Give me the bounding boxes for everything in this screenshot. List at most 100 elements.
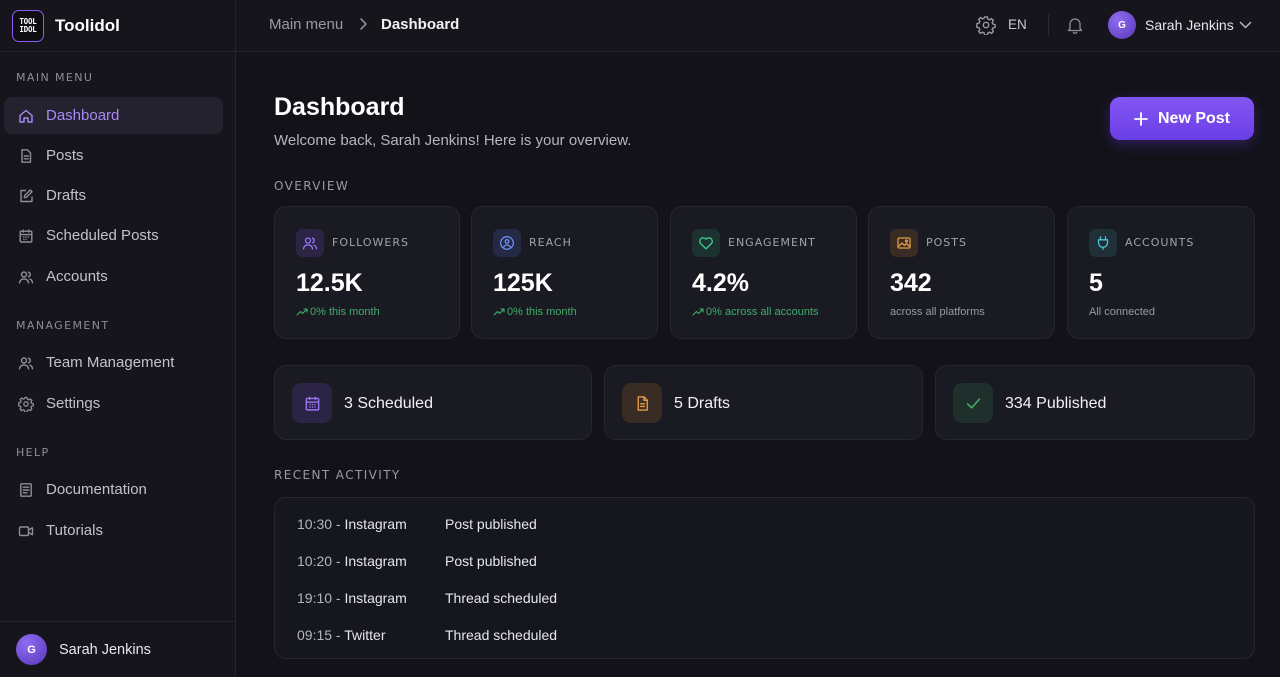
activity-row[interactable]: 19:10 - Instagram Thread scheduled xyxy=(297,590,557,610)
main-content: Dashboard Welcome back, Sarah Jenkins! H… xyxy=(236,53,1280,677)
sidebar-item-label: Drafts xyxy=(46,187,87,204)
sidebar-item-label: Team Management xyxy=(46,354,175,371)
stat-value: 342 xyxy=(890,269,932,297)
summary-card-scheduled[interactable]: 3 Scheduled xyxy=(274,365,592,440)
trend-up-icon xyxy=(692,307,704,317)
sidebar-item-label: Posts xyxy=(46,147,84,164)
document-icon xyxy=(622,383,662,423)
summary-text: 3 Scheduled xyxy=(344,395,433,412)
stat-sub-text: 0% this month xyxy=(310,306,380,318)
activity-time: 10:30 xyxy=(297,516,333,532)
brand-logo: TOOL IDOL xyxy=(12,9,44,42)
nav-section-help: HELP xyxy=(16,446,50,459)
nav-section-main-menu: MAIN MENU xyxy=(16,71,94,84)
sidebar-user[interactable]: G Sarah Jenkins xyxy=(0,621,236,677)
stat-card-reach[interactable]: REACH 125K 0% this month xyxy=(471,206,658,339)
edit-icon xyxy=(18,188,34,204)
activity-event: Post published xyxy=(445,516,537,532)
activity-row[interactable]: 10:20 - Instagram Post published xyxy=(297,553,537,573)
avatar: G xyxy=(16,634,47,665)
activity-event: Thread scheduled xyxy=(445,590,558,606)
settings-gear-icon[interactable] xyxy=(976,15,996,35)
activity-separator: - xyxy=(332,553,345,569)
stat-label: FOLLOWERS xyxy=(332,236,409,249)
sidebar-item-posts[interactable]: Posts xyxy=(4,137,223,174)
language-selector[interactable]: EN xyxy=(1008,17,1027,32)
activity-time: 09:15 xyxy=(297,627,333,643)
team-icon xyxy=(18,355,34,371)
video-icon xyxy=(18,523,34,539)
activity-time: 19:10 xyxy=(297,590,333,606)
new-post-label: New Post xyxy=(1157,109,1230,127)
avatar[interactable]: G xyxy=(1108,11,1136,39)
sidebar-item-label: Scheduled Posts xyxy=(46,227,159,244)
nav-section-management: MANAGEMENT xyxy=(16,319,110,332)
stat-value: 125K xyxy=(493,269,553,297)
heart-icon xyxy=(692,229,720,257)
recent-activity-label: RECENT ACTIVITY xyxy=(274,468,401,482)
summary-text: 334 Published xyxy=(1005,395,1107,412)
calendar-icon xyxy=(292,383,332,423)
chevron-down-icon[interactable] xyxy=(1239,20,1252,30)
activity-platform: Instagram xyxy=(344,553,407,569)
book-icon xyxy=(18,482,34,498)
sidebar-user-name: Sarah Jenkins xyxy=(59,641,151,658)
trend-up-icon xyxy=(296,307,308,317)
stat-sub-text: across all platforms xyxy=(890,306,985,318)
breadcrumb-parent[interactable]: Main menu xyxy=(269,16,343,33)
users-icon xyxy=(18,269,34,285)
sidebar-item-settings[interactable]: Settings xyxy=(4,385,223,422)
activity-platform: Instagram xyxy=(344,516,407,532)
bell-icon[interactable] xyxy=(1066,15,1084,35)
stat-label: ENGAGEMENT xyxy=(728,236,816,249)
summary-card-published[interactable]: 334 Published xyxy=(935,365,1255,440)
sidebar-item-label: Tutorials xyxy=(46,522,103,539)
trend-up-icon xyxy=(493,307,505,317)
summary-text: 5 Drafts xyxy=(674,395,731,412)
sidebar-item-dashboard[interactable]: Dashboard xyxy=(4,97,223,134)
activity-time: 10:20 xyxy=(297,553,333,569)
activity-platform: Instagram xyxy=(344,590,407,606)
calendar-icon xyxy=(18,228,34,244)
sidebar-item-scheduled-posts[interactable]: Scheduled Posts xyxy=(4,217,223,254)
reach-icon xyxy=(493,229,521,257)
stat-trend: 0% across all accounts xyxy=(692,306,819,318)
sidebar-item-accounts[interactable]: Accounts xyxy=(4,258,223,295)
sidebar-item-documentation[interactable]: Documentation xyxy=(4,471,223,508)
gear-icon xyxy=(18,396,34,412)
topbar-divider xyxy=(1048,14,1049,36)
brand[interactable]: TOOL IDOL Toolidol xyxy=(0,0,235,52)
followers-icon xyxy=(296,229,324,257)
stat-sub-text: All connected xyxy=(1089,306,1156,318)
overview-label: OVERVIEW xyxy=(274,179,350,193)
activity-row[interactable]: 10:30 - Instagram Post published xyxy=(297,516,537,536)
summary-card-drafts[interactable]: 5 Drafts xyxy=(604,365,923,440)
sidebar-item-tutorials[interactable]: Tutorials xyxy=(4,512,223,549)
stat-trend: 0% this month xyxy=(493,306,577,318)
stat-card-accounts[interactable]: ACCOUNTS 5 All connected xyxy=(1067,206,1255,339)
new-post-button[interactable]: New Post xyxy=(1110,97,1254,140)
stat-card-posts[interactable]: POSTS 342 across all platforms xyxy=(868,206,1055,339)
recent-activity-list: 10:30 - Instagram Post published 10:20 -… xyxy=(274,497,1255,659)
stat-value: 5 xyxy=(1089,269,1103,297)
home-icon xyxy=(18,108,34,124)
activity-event: Post published xyxy=(445,553,537,569)
sidebar-item-label: Documentation xyxy=(46,481,147,498)
stat-card-followers[interactable]: FOLLOWERS 12.5K 0% this month xyxy=(274,206,460,339)
stat-value: 12.5K xyxy=(296,269,363,297)
sidebar-item-team-management[interactable]: Team Management xyxy=(4,344,223,381)
page-title: Dashboard xyxy=(274,93,405,121)
stat-sub-text: 0% across all accounts xyxy=(706,306,819,318)
activity-row[interactable]: 09:15 - Twitter Thread scheduled xyxy=(297,627,557,647)
sidebar-item-label: Settings xyxy=(46,395,101,412)
page-subtitle: Welcome back, Sarah Jenkins! Here is you… xyxy=(274,132,632,149)
stat-label: ACCOUNTS xyxy=(1125,236,1195,249)
document-icon xyxy=(18,148,34,164)
topbar: Main menu Dashboard EN G Sarah Jenkins xyxy=(236,0,1280,52)
sidebar-item-label: Accounts xyxy=(46,268,108,285)
stat-label: REACH xyxy=(529,236,572,249)
activity-separator: - xyxy=(332,627,345,643)
topbar-user-name[interactable]: Sarah Jenkins xyxy=(1145,17,1234,33)
sidebar-item-drafts[interactable]: Drafts xyxy=(4,177,223,214)
stat-card-engagement[interactable]: ENGAGEMENT 4.2% 0% across all accounts xyxy=(670,206,857,339)
